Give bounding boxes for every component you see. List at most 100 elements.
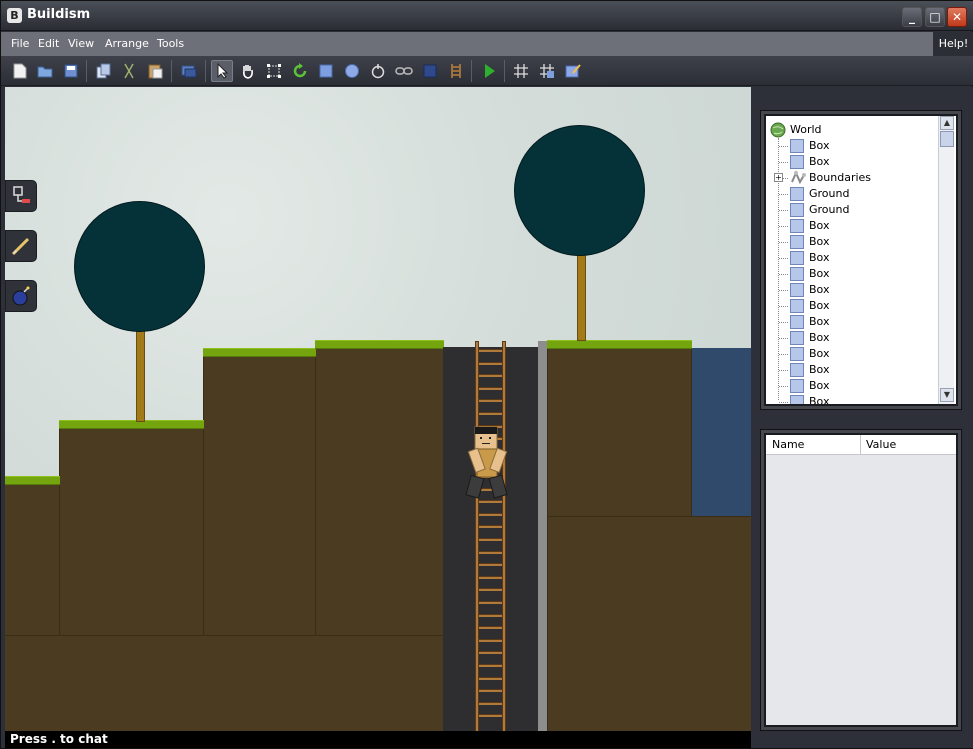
tree-scrollbar[interactable]: ▲ ▼: [938, 116, 954, 404]
dirt-block: [547, 516, 751, 731]
ladder-rung: [479, 626, 502, 629]
paste-icon[interactable]: [144, 60, 166, 82]
maximize-button[interactable]: □: [925, 7, 945, 27]
block-tool-icon[interactable]: [419, 60, 441, 82]
rotate-icon[interactable]: [289, 60, 311, 82]
ladder-rung: [479, 538, 502, 541]
box-node-icon: [790, 251, 804, 265]
box-tool-icon[interactable]: [315, 60, 337, 82]
ladder-rung: [479, 412, 502, 415]
tree-item-label: Box: [809, 139, 830, 152]
title-bar[interactable]: B Buildism _ □ ✕: [1, 1, 973, 31]
tree-guide-line: [779, 194, 788, 195]
tree-item-label: Box: [809, 331, 830, 344]
pan-hand-icon[interactable]: [237, 60, 259, 82]
scroll-thumb[interactable]: [940, 131, 954, 147]
app-window: B Buildism _ □ ✕ File Edit View Arrange …: [0, 0, 973, 749]
menu-file[interactable]: File: [11, 37, 29, 50]
close-button[interactable]: ✕: [947, 7, 967, 27]
tree-item-label: Ground: [809, 187, 850, 200]
tree-guide-line: [779, 354, 788, 355]
tree-canopy: [74, 201, 205, 332]
plug-tool-icon[interactable]: [5, 180, 37, 212]
ladder-rung: [479, 399, 502, 402]
select-arrow-icon[interactable]: [211, 60, 233, 82]
ladder-rung: [479, 639, 502, 642]
save-icon[interactable]: [60, 60, 82, 82]
ladder-rung: [479, 513, 502, 516]
tree-guide-line: [779, 162, 788, 163]
open-folder-icon[interactable]: [34, 60, 56, 82]
grass-strip: [203, 348, 316, 357]
column-value[interactable]: Value: [866, 438, 896, 451]
ladder-rung: [479, 525, 502, 528]
menu-edit[interactable]: Edit: [38, 37, 59, 50]
tree-item-label: Box: [809, 347, 830, 360]
tree-item-label: Box: [809, 379, 830, 392]
spin-tool-icon[interactable]: [367, 60, 389, 82]
pencil-tool-icon[interactable]: [5, 230, 37, 262]
tree-guide-line: [779, 210, 788, 211]
menu-help[interactable]: Help!: [933, 32, 973, 56]
toolbar-separator: [171, 60, 172, 82]
box-node-icon: [790, 379, 804, 393]
tree-item-label: Box: [809, 395, 830, 404]
ladder-rung: [479, 563, 502, 566]
grass-strip: [5, 476, 60, 485]
menu-arrange[interactable]: Arrange: [105, 37, 149, 50]
edit-note-icon[interactable]: [562, 60, 584, 82]
scroll-down-button[interactable]: ▼: [940, 388, 954, 402]
box-node-icon: [790, 347, 804, 361]
toolbar-separator: [471, 60, 472, 82]
tree-item-label: Box: [809, 235, 830, 248]
ladder-tool-icon[interactable]: [445, 60, 467, 82]
ladder-rung: [479, 677, 502, 680]
box-node-icon: [790, 219, 804, 233]
menu-tools[interactable]: Tools: [157, 37, 184, 50]
column-name[interactable]: Name: [772, 438, 804, 451]
box-node-icon: [790, 363, 804, 377]
column-divider[interactable]: [860, 435, 861, 455]
link-tool-icon[interactable]: [393, 60, 415, 82]
ladder-rung: [479, 588, 502, 591]
ladder-rung: [479, 551, 502, 554]
menu-view[interactable]: View: [68, 37, 94, 50]
object-tree[interactable]: World Box Box + Boundaries Ground Ground Box Bo…: [766, 116, 956, 404]
tree-guide-line: [779, 370, 788, 371]
box-node-icon: [790, 139, 804, 153]
expand-icon[interactable]: +: [774, 173, 783, 182]
layer-icon[interactable]: [178, 60, 200, 82]
minimize-button[interactable]: _: [902, 7, 922, 27]
box-node-icon: [790, 235, 804, 249]
box-node-icon: [790, 155, 804, 169]
scroll-up-button[interactable]: ▲: [940, 116, 954, 130]
box-node-icon: [790, 315, 804, 329]
player-character[interactable]: [465, 425, 510, 509]
box-node-icon: [790, 395, 804, 404]
game-canvas[interactable]: [5, 87, 751, 731]
tree-item-label: Box: [809, 315, 830, 328]
ladder-rung: [479, 714, 502, 717]
properties-header: Name Value: [766, 435, 956, 455]
properties-table[interactable]: Name Value: [766, 435, 956, 725]
copy-icon[interactable]: [93, 60, 115, 82]
snap-grid-icon[interactable]: [536, 60, 558, 82]
status-bar: Press . to chat: [5, 731, 751, 748]
bomb-tool-icon[interactable]: [5, 280, 37, 312]
tree-guide-line: [779, 274, 788, 275]
tree-guide-line: [779, 258, 788, 259]
circle-tool-icon[interactable]: [341, 60, 363, 82]
new-file-icon[interactable]: [9, 60, 31, 82]
play-icon[interactable]: [478, 60, 500, 82]
ladder-rail-right: [502, 341, 506, 731]
grass-strip: [59, 420, 204, 429]
ladder-rung: [479, 689, 502, 692]
ladder-rung: [479, 387, 502, 390]
ladder-rung: [479, 702, 502, 705]
resize-icon[interactable]: [263, 60, 285, 82]
box-node-icon: [790, 187, 804, 201]
tree-trunk: [136, 327, 145, 422]
grid-icon[interactable]: [510, 60, 532, 82]
cut-icon[interactable]: [118, 60, 140, 82]
dirt-block: [203, 355, 316, 636]
